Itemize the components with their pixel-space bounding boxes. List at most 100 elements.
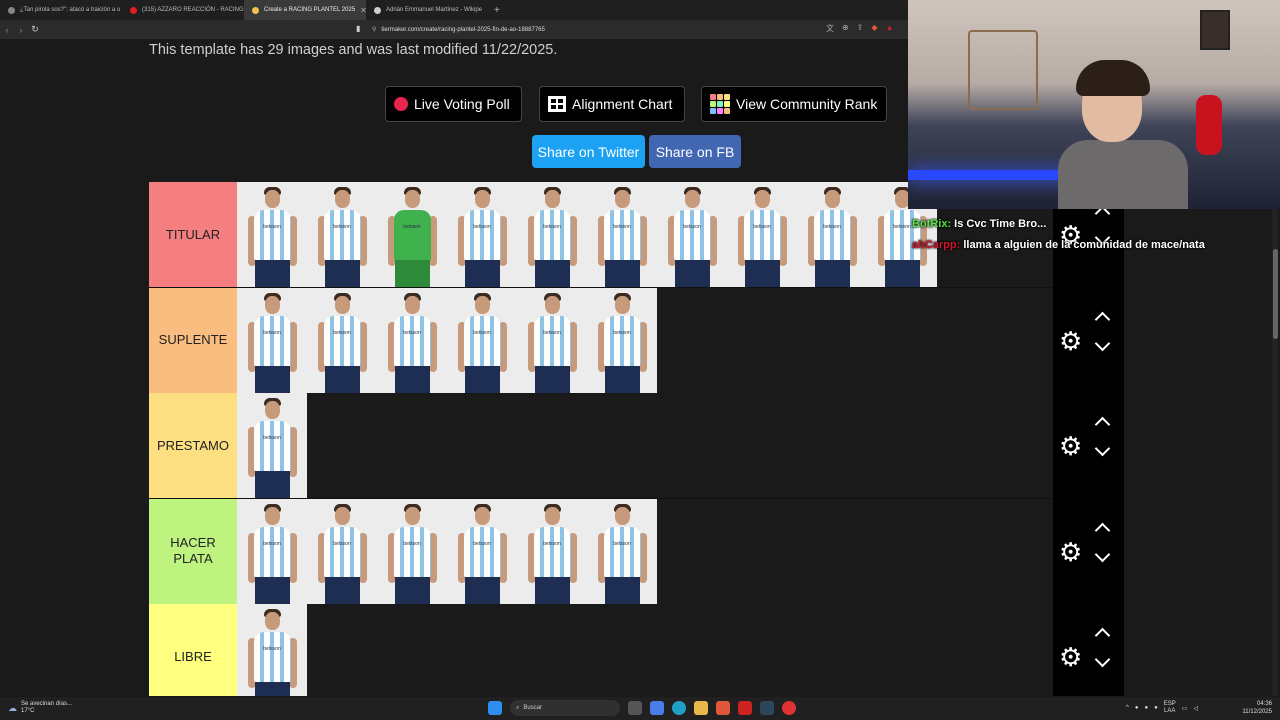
tier-label[interactable]: SUPLENTE — [149, 287, 237, 393]
tab-favicon — [8, 6, 15, 14]
player-card[interactable]: betsson — [517, 498, 587, 604]
edge-icon[interactable] — [672, 701, 686, 715]
share-twitter-button[interactable]: Share on Twitter — [532, 135, 645, 168]
tier-items[interactable]: betsson betsson betsson betsson betsson betss… — [237, 182, 937, 287]
clock[interactable]: 04:36 11/12/2025 — [1242, 700, 1272, 716]
player-card[interactable]: betsson — [237, 604, 307, 696]
live-voting-button[interactable]: Live Voting Poll — [385, 86, 522, 122]
player-card[interactable]: betsson — [377, 498, 447, 604]
player-card[interactable]: betsson — [377, 182, 447, 287]
player-card[interactable]: betsson — [447, 182, 517, 287]
gear-icon[interactable]: ⚙ — [1059, 644, 1082, 670]
player-card[interactable]: betsson — [657, 182, 727, 287]
player-card[interactable]: betsson — [447, 498, 517, 604]
taskbar-search[interactable]: ⌕ Buscar — [510, 700, 620, 716]
gear-icon[interactable]: ⚙ — [1059, 433, 1082, 459]
player-card[interactable]: betsson — [727, 182, 797, 287]
tier-label[interactable]: TITULAR — [149, 182, 237, 287]
tier-items[interactable]: betsson betsson betsson betsson betsson betss… — [237, 498, 657, 604]
alignment-chart-button[interactable]: Alignment Chart — [539, 86, 685, 122]
player-card[interactable]: betsson — [237, 287, 307, 393]
gear-icon[interactable]: ⚙ — [1059, 328, 1082, 354]
tier-items[interactable]: betsson betsson betsson betsson betsson betss… — [237, 287, 657, 393]
player-card[interactable]: betsson — [237, 182, 307, 287]
share-fb-button[interactable]: Share on FB — [649, 135, 741, 168]
player-card[interactable]: betsson — [447, 287, 517, 393]
microphone — [1196, 95, 1222, 155]
brave-shield-icon[interactable]: ◆ — [871, 23, 877, 34]
steam-icon[interactable] — [760, 701, 774, 715]
player-card[interactable]: betsson — [307, 498, 377, 604]
chevron-up-icon[interactable] — [1097, 626, 1108, 641]
record-icon — [394, 97, 408, 111]
tier-label[interactable]: HACER PLATA — [149, 498, 237, 604]
player-card[interactable]: betsson — [587, 287, 657, 393]
rewards-icon[interactable]: ▲ — [886, 23, 894, 34]
player-card[interactable]: betsson — [237, 393, 307, 498]
tier-label[interactable]: LIBRE — [149, 604, 237, 696]
browser-tab-3[interactable]: Create a RACING PLANTEL 2025 ✕ — [244, 0, 366, 20]
tiermaker-icon — [252, 6, 259, 14]
player-card[interactable]: betsson — [517, 182, 587, 287]
player-card[interactable]: betsson — [797, 182, 867, 287]
browser-tab-1[interactable]: ¿Tan pirola sos?": atacó a traición a u — [0, 0, 122, 20]
scrollbar-thumb[interactable] — [1273, 249, 1278, 339]
clock-time: 04:36 — [1256, 701, 1272, 707]
chevron-up-icon[interactable] — [1097, 415, 1108, 430]
tab-label: ¿Tan pirola sos?": atacó a traición a u — [20, 7, 121, 13]
network-icon[interactable]: ▭ — [1182, 705, 1188, 712]
gear-icon[interactable]: ⚙ — [1059, 539, 1082, 565]
app-icon-2[interactable] — [782, 701, 796, 715]
tier-controls: ⚙ — [1053, 604, 1124, 696]
rank-grid-icon — [710, 94, 730, 114]
zoom-icon[interactable]: ⊕ — [842, 23, 849, 34]
player-card[interactable]: betsson — [517, 287, 587, 393]
tier-label[interactable]: PRESTAMO — [149, 393, 237, 498]
chevron-down-icon[interactable] — [1097, 654, 1108, 665]
player-card[interactable]: betsson — [377, 287, 447, 393]
task-view-icon[interactable] — [628, 701, 642, 715]
file-explorer-icon[interactable] — [694, 701, 708, 715]
tier-items[interactable]: betsson — [237, 604, 307, 696]
brave-icon[interactable] — [716, 701, 730, 715]
browser-tab-4[interactable]: Adrián Emmanuel Martínez - Wikipe — [366, 0, 488, 20]
forward-icon[interactable]: › — [14, 25, 28, 35]
community-rank-button[interactable]: View Community Rank — [701, 86, 887, 122]
browser-tab-2[interactable]: (315) AZZARO REACCIÓN - RACING — [122, 0, 244, 20]
chevron-up-icon[interactable]: ^ — [1126, 705, 1129, 711]
player-card[interactable]: betsson — [587, 498, 657, 604]
language-indicator[interactable]: ESP LAA — [1164, 701, 1176, 715]
tray-icon[interactable]: ● — [1154, 705, 1158, 711]
tier-items[interactable]: betsson — [237, 393, 307, 498]
chevron-up-icon[interactable] — [1097, 521, 1108, 536]
chevron-down-icon[interactable] — [1097, 338, 1108, 349]
reload-icon[interactable]: ↻ — [28, 24, 42, 35]
new-tab-button[interactable]: + — [488, 5, 506, 16]
back-icon[interactable]: ‹ — [0, 25, 14, 35]
volume-icon[interactable]: ◁ — [1193, 705, 1198, 712]
player-card[interactable]: betsson — [237, 498, 307, 604]
player-card[interactable]: betsson — [587, 182, 657, 287]
bookmark-icon[interactable]: ▮ — [356, 24, 360, 33]
weather-widget[interactable]: ☁ Se avecinan días... 17°C — [8, 701, 72, 715]
windows-start-icon[interactable] — [488, 701, 502, 715]
system-tray: ^ ● ● ● ESP LAA ▭ ◁ — [1126, 701, 1198, 715]
shirt-sponsor: betsson — [543, 224, 561, 230]
tab-label: Create a RACING PLANTEL 2025 — [264, 7, 356, 13]
player-card[interactable]: betsson — [307, 287, 377, 393]
tab-label: (315) AZZARO REACCIÓN - RACING — [142, 7, 244, 13]
chevron-up-icon[interactable] — [1097, 310, 1108, 325]
url-field[interactable]: ⚲ tiermaker.com/create/racing-plantel-20… — [372, 23, 545, 36]
player-card[interactable]: betsson — [307, 182, 377, 287]
share-icon[interactable]: ⇪ — [857, 23, 864, 34]
tray-icon[interactable]: ● — [1135, 705, 1139, 711]
chevron-down-icon[interactable] — [1097, 443, 1108, 454]
shirt-sponsor: betsson — [403, 540, 421, 547]
shirt-sponsor: betsson — [333, 224, 351, 230]
translate-icon[interactable]: 文 — [826, 23, 834, 34]
chevron-down-icon[interactable] — [1097, 549, 1108, 560]
site-info-icon[interactable]: ⚲ — [372, 26, 376, 33]
tray-icon[interactable]: ● — [1144, 705, 1148, 711]
app-icon[interactable] — [738, 701, 752, 715]
widgets-icon[interactable] — [650, 701, 664, 715]
